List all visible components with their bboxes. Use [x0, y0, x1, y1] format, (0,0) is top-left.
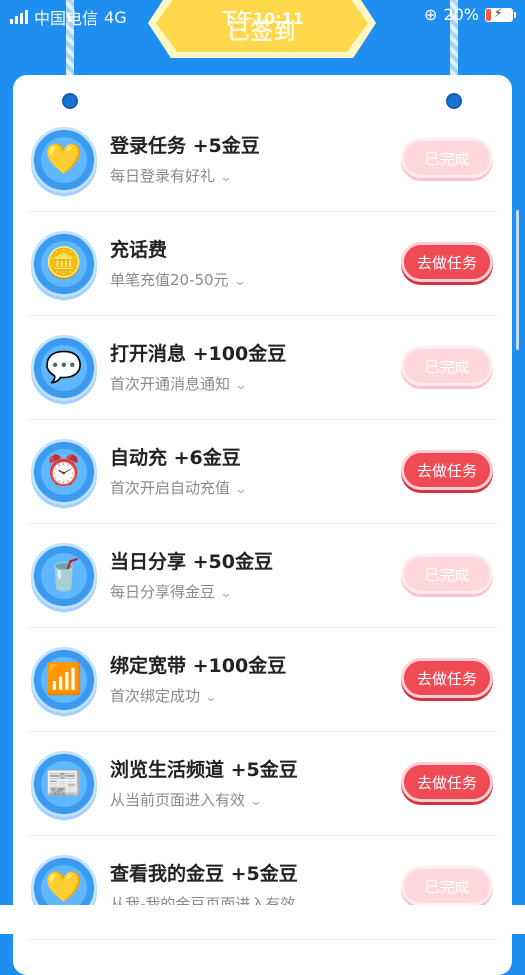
chevron-down-icon: ⌄	[219, 170, 233, 184]
do-task-button[interactable]: 去做任务	[401, 242, 493, 282]
task-title: 打开消息 +100金豆	[110, 343, 287, 365]
do-task-button[interactable]: 去做任务	[401, 450, 493, 490]
chevron-down-icon: ⌄	[234, 482, 248, 496]
task-badge: 💬	[31, 335, 97, 401]
task-subtitle[interactable]: 单笔充值20-50元 ⌄	[110, 269, 247, 290]
chevron-down-icon: ⌄	[219, 586, 233, 600]
life-channel-icon: 📰	[45, 766, 83, 801]
do-task-button[interactable]: 去做任务	[401, 762, 493, 802]
task-row[interactable]: 📰 浏览生活频道 +5金豆 从当前页面进入有效 ⌄ 去做任务	[27, 732, 498, 836]
chevron-down-icon: ⌄	[233, 274, 247, 288]
task-badge: 🥤	[31, 543, 97, 609]
bottom-area	[0, 905, 525, 934]
hearts-icon: 💛	[45, 142, 83, 177]
hearts-icon: 💛	[45, 870, 83, 905]
status-bar: 中国电信 4G 下午10:11 ⊕ 20% ⚡	[0, 0, 525, 30]
completed-button[interactable]: 已完成	[401, 346, 493, 386]
task-title: 登录任务 +5金豆	[110, 135, 260, 157]
drink-cup-icon: 🥤	[45, 558, 83, 593]
task-row[interactable]: 📶 绑定宽带 +100金豆 首次绑定成功 ⌄ 去做任务	[27, 628, 498, 732]
coin-stack-icon: 🪙	[45, 246, 83, 281]
rotation-lock-icon: ⊕	[424, 5, 438, 24]
task-title: 当日分享 +50金豆	[110, 551, 273, 573]
task-subtitle[interactable]: 首次开通消息通知 ⌄	[110, 373, 248, 394]
completed-button[interactable]: 已完成	[401, 866, 493, 906]
task-badge: ⏰	[31, 439, 97, 505]
task-subtitle[interactable]: 每日登录有好礼 ⌄	[110, 165, 233, 186]
completed-button[interactable]: 已完成	[401, 554, 493, 594]
do-task-button[interactable]: 去做任务	[401, 658, 493, 698]
task-row[interactable]: 🪙 充话费单笔充值20-50元 ⌄ 去做任务	[27, 212, 498, 316]
battery-percent: 20%	[443, 5, 479, 24]
chevron-down-icon: ⌄	[234, 378, 248, 392]
chevron-down-icon: ⌄	[249, 794, 263, 808]
task-badge: 💛	[31, 127, 97, 193]
router-icon: 📶	[45, 662, 83, 697]
task-row[interactable]: ⏰ 自动充 +6金豆 首次开启自动充值 ⌄ 去做任务	[27, 420, 498, 524]
left-rope-knob	[62, 93, 78, 109]
task-subtitle[interactable]: 首次绑定成功 ⌄	[110, 685, 218, 706]
message-bubble-icon: 💬	[45, 350, 83, 385]
task-badge: 📶	[31, 647, 97, 713]
task-card: 💛 登录任务 +5金豆 每日登录有好礼 ⌄ 已完成 🪙 充话费单笔充值20-50元 ⌄ 去做任务…	[13, 75, 512, 975]
task-title: 自动充 +6金豆	[110, 447, 241, 469]
task-subtitle[interactable]: 首次开启自动充值 ⌄	[110, 477, 248, 498]
alarm-clock-icon: ⏰	[45, 454, 83, 489]
task-row[interactable]: 💬 打开消息 +100金豆 首次开通消息通知 ⌄ 已完成	[27, 316, 498, 420]
task-title: 浏览生活频道 +5金豆	[110, 759, 298, 781]
completed-button[interactable]: 已完成	[401, 138, 493, 178]
scrollbar[interactable]	[516, 210, 519, 350]
task-subtitle[interactable]: 从当前页面进入有效 ⌄	[110, 789, 263, 810]
status-right: ⊕ 20% ⚡	[424, 5, 516, 24]
task-title: 绑定宽带 +100金豆	[110, 655, 287, 677]
task-row[interactable]: 💛 登录任务 +5金豆 每日登录有好礼 ⌄ 已完成	[27, 108, 498, 212]
right-rope-knob	[446, 93, 462, 109]
chevron-down-icon: ⌄	[204, 690, 218, 704]
battery-icon: ⚡	[485, 6, 516, 22]
task-subtitle[interactable]: 每日分享得金豆 ⌄	[110, 581, 233, 602]
task-badge: 📰	[31, 751, 97, 817]
task-row[interactable]: 🥤 当日分享 +50金豆 每日分享得金豆 ⌄ 已完成	[27, 524, 498, 628]
task-title: 查看我的金豆 +5金豆	[110, 863, 298, 885]
task-badge: 🪙	[31, 231, 97, 297]
task-title: 充话费	[110, 239, 168, 261]
